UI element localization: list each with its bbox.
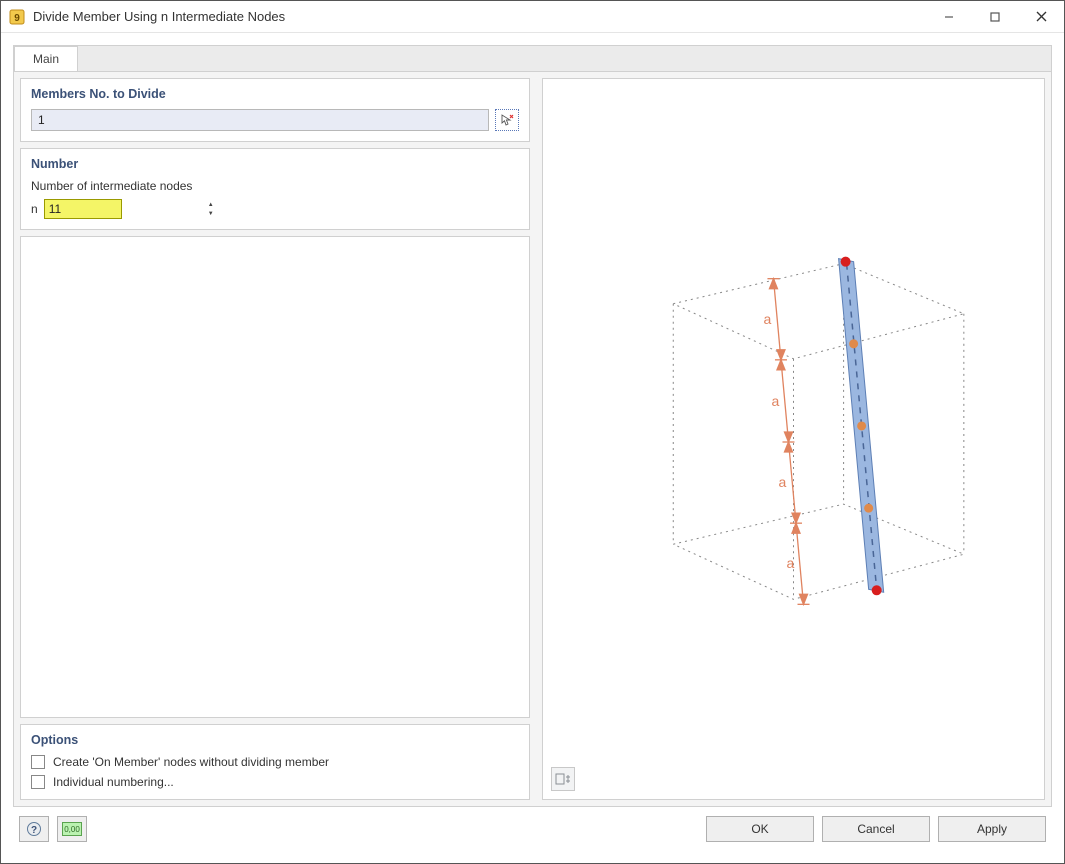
dim-label-2: a (771, 393, 779, 409)
tab-strip: Main (13, 45, 1052, 71)
close-button[interactable] (1018, 1, 1064, 32)
left-column: Members No. to Divide (20, 78, 530, 800)
preview-settings-button[interactable] (551, 767, 575, 791)
number-field-label: Number of intermediate nodes (31, 179, 519, 193)
n-spin-up[interactable]: ▲ (208, 200, 214, 209)
n-input[interactable] (45, 200, 208, 218)
svg-text:0,00: 0,00 (64, 825, 80, 834)
n-spinner[interactable]: ▲ ▼ (44, 199, 122, 219)
preview-illustration: a a a a (543, 79, 1044, 799)
help-icon: ? (26, 821, 42, 837)
svg-text:9: 9 (14, 13, 20, 24)
dim-label-4: a (786, 555, 794, 571)
cancel-button-label: Cancel (857, 822, 894, 836)
panel-options: Options Create 'On Member' nodes without… (20, 724, 530, 800)
client-area: Main Members No. to Divide (1, 33, 1064, 863)
ok-button-label: OK (751, 822, 768, 836)
checkbox-on-member-nodes[interactable] (31, 755, 45, 769)
units-button[interactable]: 0,00 (57, 816, 87, 842)
units-icon: 0,00 (62, 822, 82, 836)
cursor-pick-icon (500, 113, 514, 127)
checkbox-individual-numbering-label: Individual numbering... (53, 775, 174, 789)
ok-button[interactable]: OK (706, 816, 814, 842)
svg-text:?: ? (31, 825, 37, 836)
dim-label-3: a (778, 474, 786, 490)
help-button[interactable]: ? (19, 816, 49, 842)
members-input[interactable] (31, 109, 489, 131)
panel-members-heading: Members No. to Divide (31, 87, 519, 101)
panel-members: Members No. to Divide (20, 78, 530, 142)
n-prefix: n (31, 202, 38, 216)
maximize-button[interactable] (972, 1, 1018, 32)
panel-options-heading: Options (31, 733, 519, 747)
tab-main[interactable]: Main (14, 46, 78, 72)
panel-blank (20, 236, 530, 718)
n-spin-down[interactable]: ▼ (208, 209, 214, 218)
window-buttons (926, 1, 1064, 32)
preview-pane: a a a a (542, 78, 1045, 800)
titlebar: 9 Divide Member Using n Intermediate Nod… (1, 1, 1064, 33)
window-title: Divide Member Using n Intermediate Nodes (33, 9, 926, 24)
dialog-footer: ? 0,00 OK Cancel Apply (13, 807, 1052, 851)
checkbox-individual-numbering[interactable] (31, 775, 45, 789)
tab-main-label: Main (33, 52, 59, 66)
app-icon: 9 (9, 9, 25, 25)
panel-number-heading: Number (31, 157, 519, 171)
pick-members-button[interactable] (495, 109, 519, 131)
tab-body: Members No. to Divide (13, 71, 1052, 807)
panel-number: Number Number of intermediate nodes n ▲ … (20, 148, 530, 230)
cancel-button[interactable]: Cancel (822, 816, 930, 842)
dialog-window: 9 Divide Member Using n Intermediate Nod… (0, 0, 1065, 864)
n-spin-buttons: ▲ ▼ (208, 200, 214, 218)
checkbox-on-member-nodes-label: Create 'On Member' nodes without dividin… (53, 755, 329, 769)
apply-button-label: Apply (977, 822, 1007, 836)
minimize-button[interactable] (926, 1, 972, 32)
preview-settings-icon (555, 771, 571, 787)
apply-button[interactable]: Apply (938, 816, 1046, 842)
dim-label-1: a (763, 311, 771, 327)
